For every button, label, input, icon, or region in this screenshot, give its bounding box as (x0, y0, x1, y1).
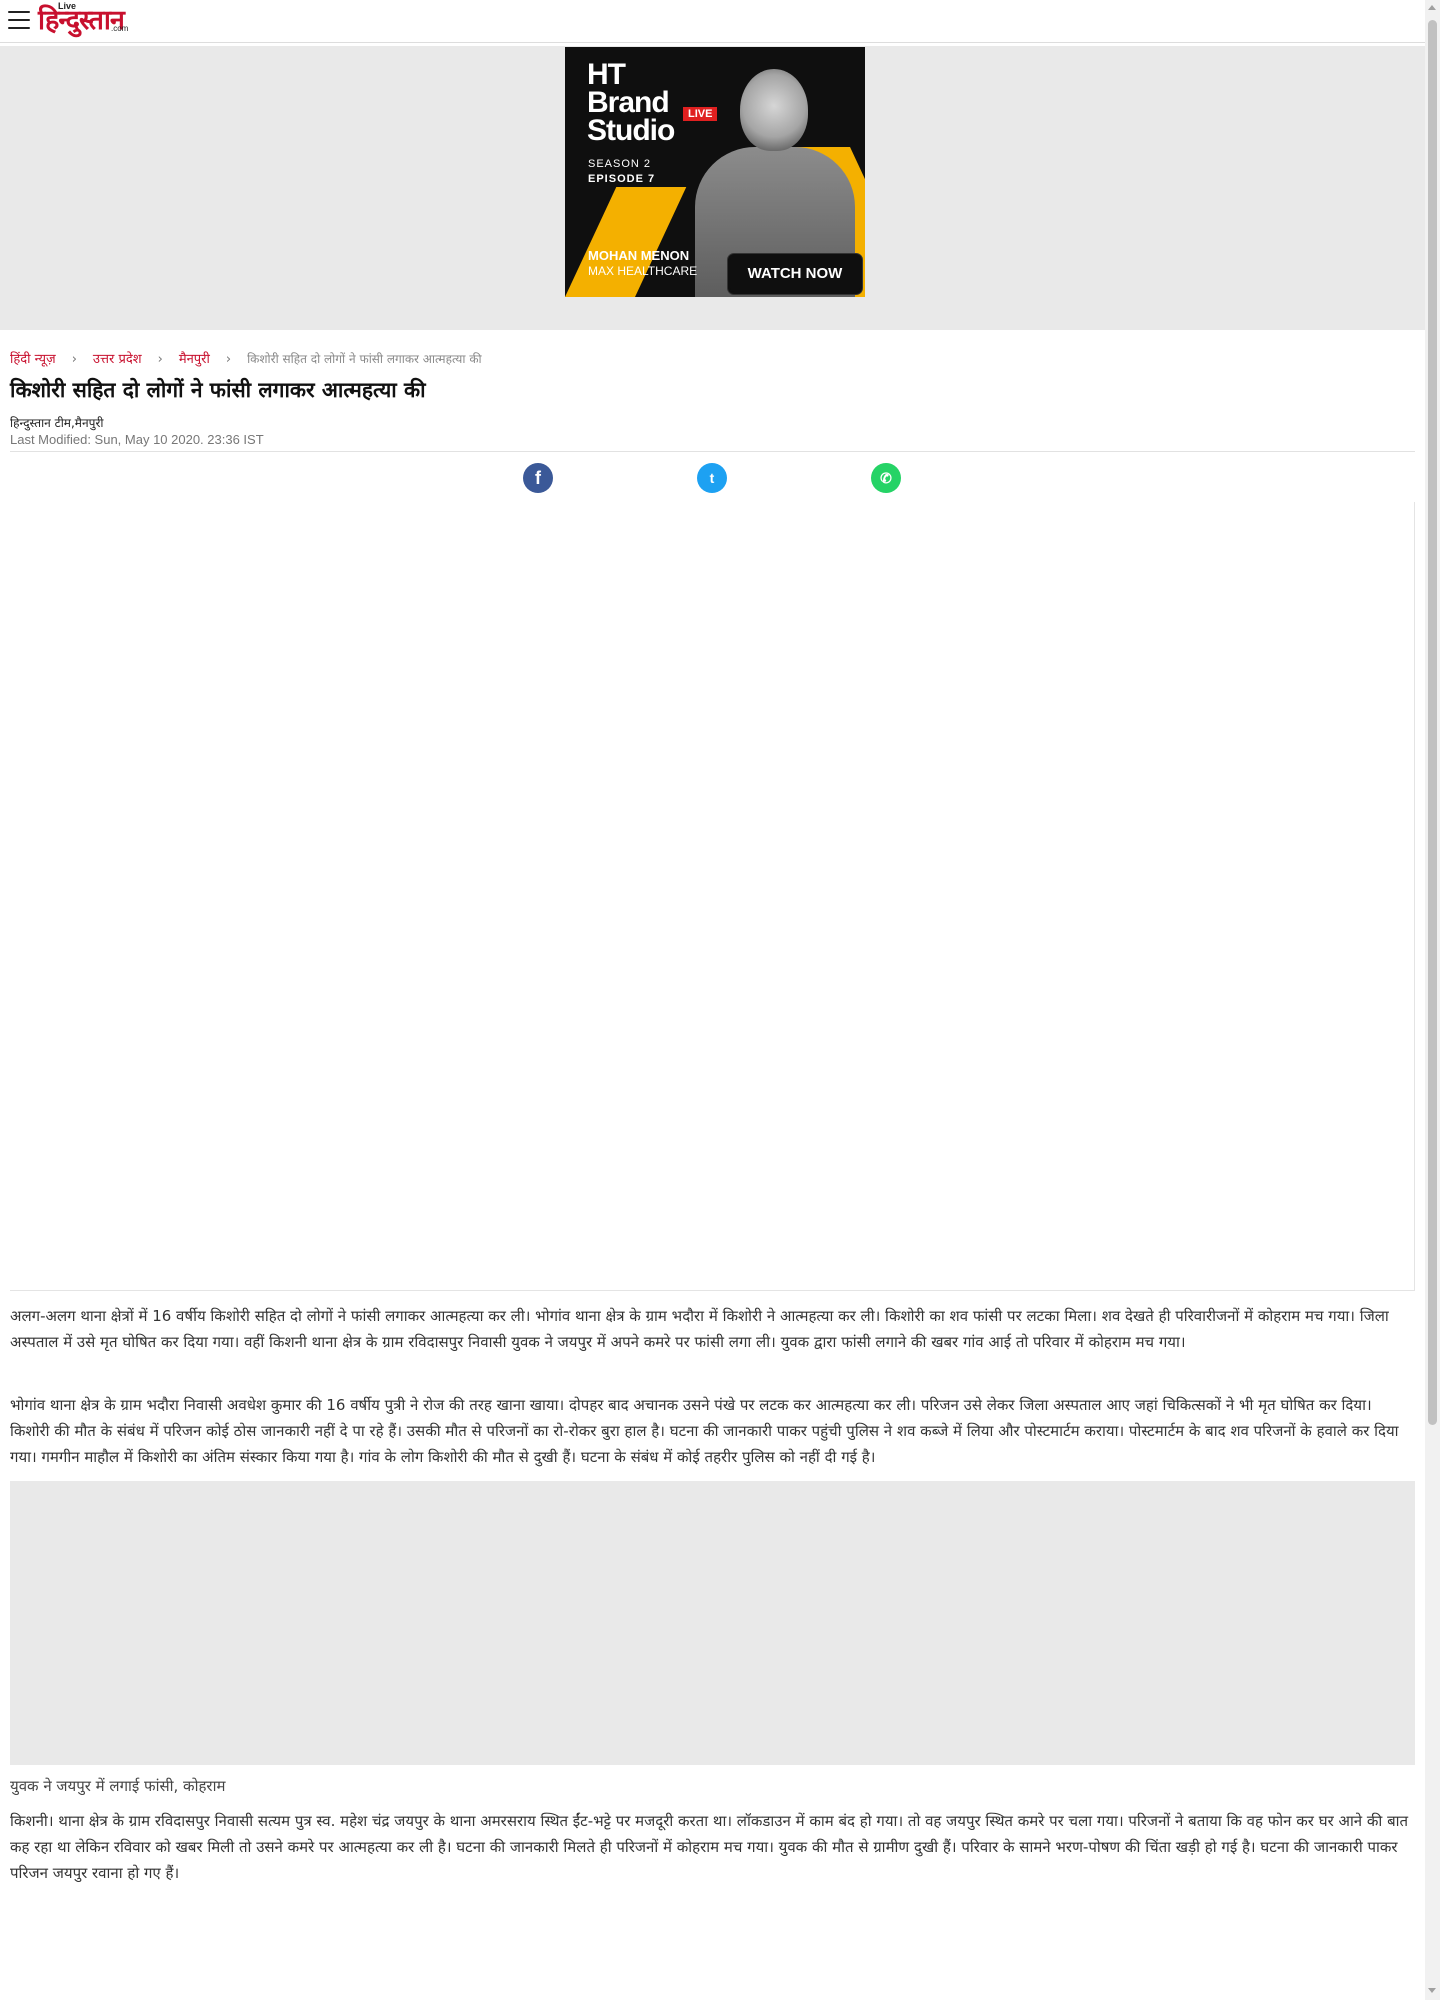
watch-now-button[interactable]: WATCH NOW (728, 254, 862, 294)
breadcrumb-hindi-news[interactable]: हिंदी न्यूज़ (10, 352, 56, 367)
article-author: हिन्दुस्तान टीम,मैनपुरी (10, 416, 104, 430)
twitter-share-icon[interactable]: t (697, 463, 727, 493)
scrollbar-thumb[interactable] (1428, 20, 1437, 1425)
article-paragraph-3: किशनी। थाना क्षेत्र के ग्राम रविदासपुर न… (10, 1812, 1409, 1882)
site-logo[interactable]: Live हिन्दुस्तान .com (38, 1, 158, 38)
breadcrumb-separator: › (157, 352, 163, 367)
divider (10, 451, 1415, 452)
article-paragraph-2: भोगांव थाना क्षेत्र के ग्राम भदौरा निवास… (10, 1396, 1399, 1466)
vertical-scrollbar[interactable] (1425, 0, 1440, 2000)
breadcrumb-uttar-pradesh[interactable]: उत्तर प्रदेश (93, 352, 142, 367)
top-header: Live हिन्दुस्तान .com (0, 0, 1425, 43)
page: Live हिन्दुस्तान .com HT Brand Studio LI… (0, 0, 1425, 2000)
article-paragraph-1: अलग-अलग थाना क्षेत्रों में 16 वर्षीय किश… (10, 1307, 1389, 1351)
scroll-down-arrow-icon[interactable] (1428, 1988, 1436, 1993)
mid-article-ad-slot (10, 1481, 1415, 1765)
breadcrumb-separator: › (225, 352, 232, 367)
logo-com-text: .com (111, 24, 129, 33)
breadcrumb-separator: › (71, 352, 77, 367)
ad-yellow-stripe-left (565, 187, 687, 297)
ht-brand-studio-ad[interactable]: HT Brand Studio LIVE SEASON 2 EPISODE 7 … (565, 47, 865, 297)
ad-guest-org: MAX HEALTHCARE (588, 264, 698, 278)
ad-headline: HT Brand Studio (587, 58, 675, 147)
inline-ad-slot (10, 502, 1415, 1291)
article-subheading: युवक ने जयपुर में लगाई फांसी, कोहराम (10, 1777, 226, 1795)
top-ad-band: HT Brand Studio LIVE SEASON 2 EPISODE 7 … (0, 46, 1425, 330)
ad-season: SEASON 2 EPISODE 7 (588, 158, 656, 185)
breadcrumb-mainpuri[interactable]: मैनपुरी (179, 352, 210, 367)
ad-live-badge: LIVE (683, 107, 718, 121)
hamburger-menu-icon[interactable] (8, 11, 30, 29)
article-title: किशोरी सहित दो लोगों ने फांसी लगाकर आत्म… (10, 378, 426, 402)
scroll-up-arrow-icon[interactable] (1428, 5, 1436, 10)
ad-guest-name: MOHAN MENON (588, 248, 690, 263)
breadcrumb-current: किशोरी सहित दो लोगों ने फांसी लगाकर आत्म… (247, 352, 482, 366)
last-modified: Last Modified: Sun, May 10 2020. 23:36 I… (10, 432, 264, 447)
breadcrumb: हिंदी न्यूज़ › उत्तर प्रदेश › मैनपुरी › किशोरी… (10, 349, 482, 367)
whatsapp-share-icon[interactable]: ✆ (871, 463, 901, 493)
ad-person-head (740, 69, 808, 151)
facebook-share-icon[interactable]: f (523, 463, 553, 493)
